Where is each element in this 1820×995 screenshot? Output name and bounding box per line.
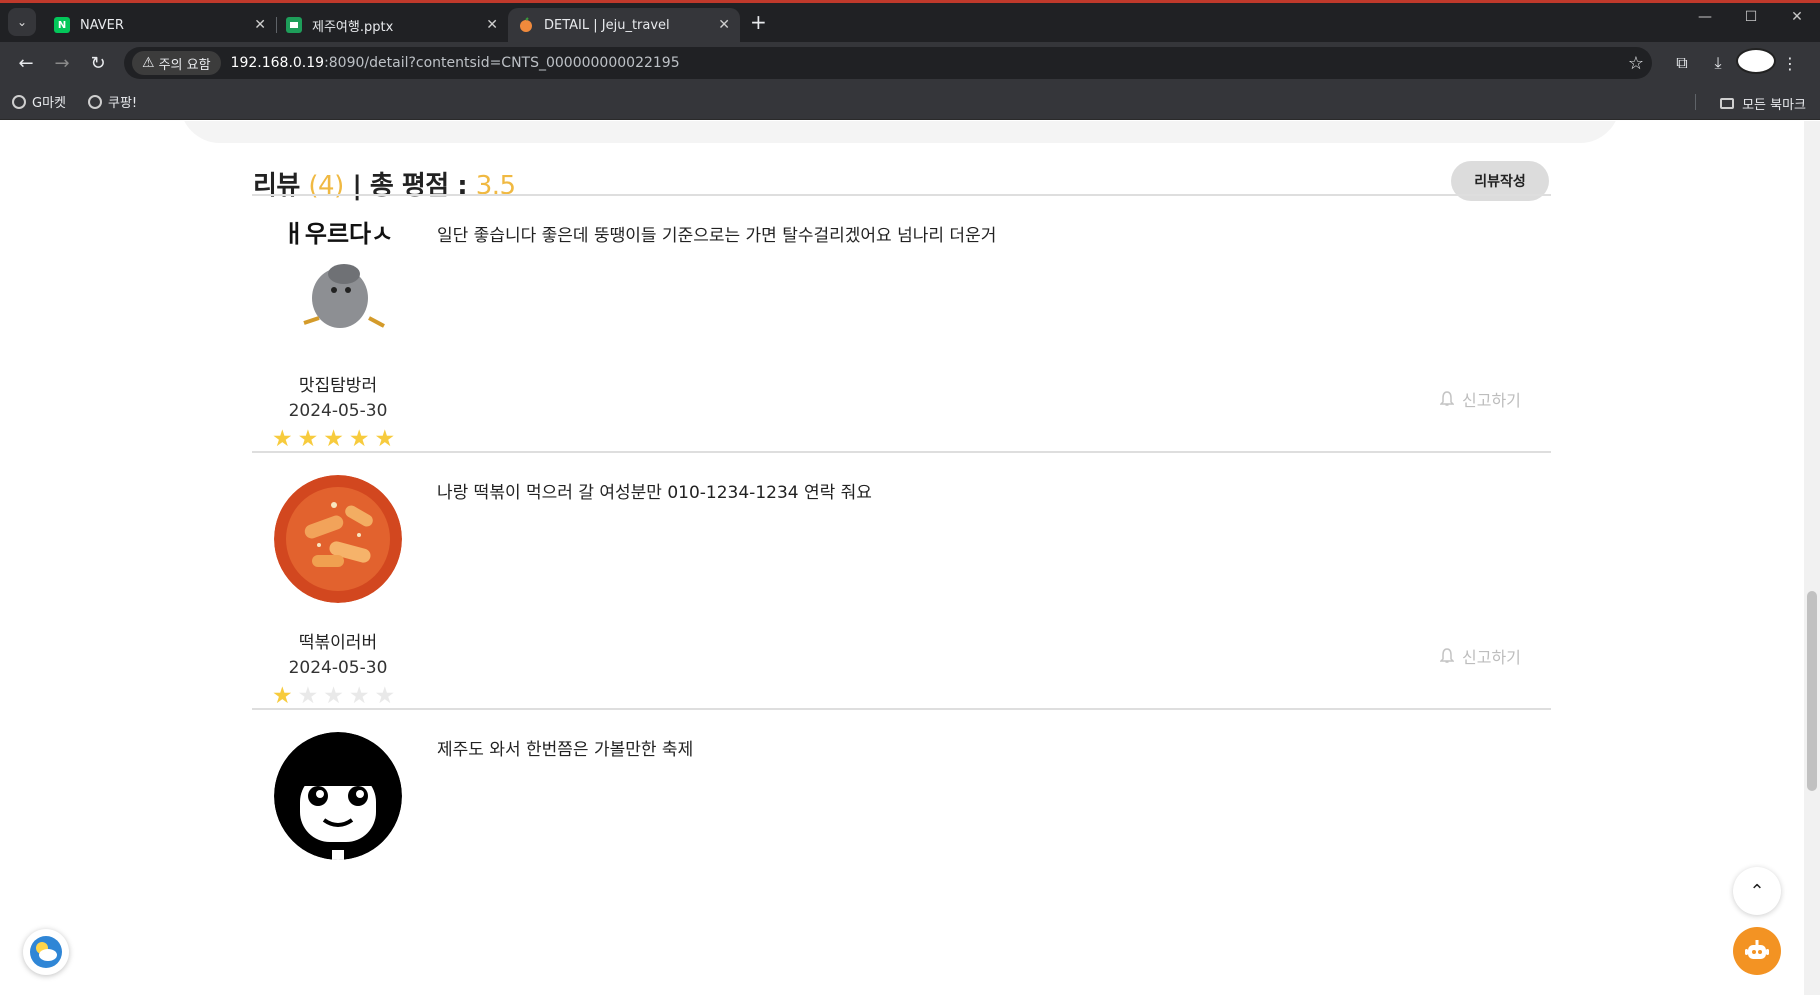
profile-avatar[interactable] [1736, 48, 1776, 78]
tab-detail[interactable]: DETAIL | Jeju_travel ✕ [508, 8, 740, 42]
tab-title: DETAIL | Jeju_travel [544, 17, 670, 33]
star-empty-icon: ★ [297, 683, 319, 709]
star-filled-icon: ★ [272, 426, 293, 452]
reload-icon[interactable]: ↻ [82, 47, 114, 79]
bookmarks-bar: G마켓 쿠팡! 모든 북마크 [0, 84, 1820, 120]
review-date: 2024-05-30 [288, 658, 388, 678]
star-filled-icon: ★ [272, 683, 293, 709]
close-window-icon[interactable]: ✕ [1774, 9, 1820, 25]
tab-search-button[interactable]: ⌄ [8, 8, 36, 36]
new-tab-plus-icon[interactable]: + [750, 10, 767, 34]
forward-arrow-icon[interactable]: → [46, 47, 78, 79]
review-item: ㅐ우르다ㅅ 맛집탐방러 2024-05-30 ★ ★ ★ ★ ★ 일단 좋습니다… [252, 196, 1551, 451]
tangerine-favicon-icon [518, 17, 534, 33]
review-comment: 제주도 와서 한번쯤은 가볼만한 축제 [437, 740, 694, 760]
chevron-down-icon: ⌄ [16, 15, 28, 29]
review-date: 2024-05-30 [288, 401, 388, 421]
extensions-puzzle-icon[interactable]: ⧉ [1664, 53, 1700, 73]
star-filled-icon: ★ [323, 426, 344, 452]
star-filled-icon: ★ [374, 426, 396, 452]
browser-toolbar: ← → ↻ ⚠ 주의 요함 192.168.0.19:8090/detail?c… [0, 42, 1820, 84]
weather-button[interactable] [23, 929, 69, 975]
report-button[interactable]: 신고하기 [1440, 644, 1521, 668]
all-bookmarks-label: 모든 북마크 [1742, 98, 1806, 113]
bell-icon [1440, 391, 1454, 406]
address-bar[interactable]: ⚠ 주의 요함 192.168.0.19:8090/detail?content… [124, 47, 1652, 79]
reviewer-nickname: 맛집탐방러 [298, 376, 378, 396]
minimize-icon[interactable]: — [1682, 9, 1728, 25]
close-icon[interactable]: ✕ [486, 17, 498, 33]
close-icon[interactable]: ✕ [254, 17, 266, 33]
bell-icon [1440, 648, 1454, 663]
star-rating: ★ ★ ★ ★ ★ [272, 428, 395, 451]
weather-icon [30, 936, 62, 968]
window-controls: — ☐ ✕ [1682, 9, 1820, 25]
report-button[interactable]: 신고하기 [1440, 387, 1521, 411]
review-comment: 나랑 떡볶이 먹으러 갈 여성분만 010-1234-1234 연락 줘요 [437, 483, 872, 503]
scroll-to-top-button[interactable]: ⌃ [1733, 867, 1781, 915]
avatar: ㅐ우르다ㅅ [274, 218, 402, 346]
review-item: 떡볶이러버 2024-05-30 ★ ★ ★ ★ ★ 나랑 떡볶이 먹으러 갈 … [252, 453, 1551, 708]
tab-title: NAVER [80, 17, 124, 33]
slides-favicon-icon [286, 17, 302, 33]
bookmark-gmarket[interactable]: G마켓 [12, 92, 66, 111]
download-icon[interactable]: ⤓ [1700, 53, 1736, 73]
bookmarks-divider [1695, 94, 1696, 110]
avatar [274, 475, 402, 603]
detail-info-card [180, 121, 1620, 143]
tab-pptx[interactable]: 제주여행.pptx ✕ [276, 8, 508, 42]
robot-icon [1745, 940, 1769, 959]
bookmark-label: 쿠팡! [108, 96, 138, 111]
folder-icon [1720, 98, 1735, 109]
chatbot-button[interactable] [1733, 927, 1781, 975]
url-path: :8090/detail?contentsid=CNTS_00000000002… [324, 55, 680, 71]
star-rating: ★ ★ ★ ★ ★ [272, 685, 395, 708]
all-bookmarks-button[interactable]: 모든 북마크 [1720, 94, 1806, 113]
maximize-icon[interactable]: ☐ [1728, 9, 1774, 25]
globe-icon [12, 94, 26, 109]
avatar [274, 732, 402, 860]
page-viewport: 리뷰 (4) | 총 평점 : 3.5 리뷰작성 ㅐ우르다ㅅ 맛집탐방러 202… [0, 121, 1820, 995]
naver-favicon-icon: N [54, 17, 70, 33]
url-host: 192.168.0.19 [230, 55, 325, 71]
warning-triangle-icon: ⚠ [142, 55, 155, 71]
tab-strip: ⌄ N NAVER ✕ 제주여행.pptx ✕ DETAIL | Jeju_tr… [0, 0, 1820, 42]
review-comment: 일단 좋습니다 좋은데 뚱땡이들 기준으로는 가면 탈수걸리겠어요 넘나리 더운… [437, 226, 997, 246]
scrollbar-thumb[interactable] [1807, 591, 1817, 791]
bookmark-coupang[interactable]: 쿠팡! [88, 92, 137, 111]
security-warning-label: 주의 요함 [158, 57, 211, 73]
bookmark-star-icon[interactable]: ☆ [1628, 53, 1644, 74]
tab-title: 제주여행.pptx [312, 19, 394, 35]
tab-naver[interactable]: N NAVER ✕ [44, 8, 276, 42]
back-arrow-icon[interactable]: ← [10, 47, 42, 79]
bookmark-label: G마켓 [32, 96, 66, 111]
page-scrollbar[interactable] [1804, 121, 1820, 995]
close-icon[interactable]: ✕ [718, 17, 730, 33]
avatar-lettering: ㅐ우르다ㅅ [283, 220, 393, 248]
report-label: 신고하기 [1462, 648, 1521, 667]
globe-icon [88, 94, 102, 109]
star-empty-icon: ★ [374, 683, 396, 709]
security-warning-chip[interactable]: ⚠ 주의 요함 [132, 51, 221, 75]
report-label: 신고하기 [1462, 391, 1521, 410]
chevron-up-icon: ⌃ [1749, 880, 1765, 902]
review-item: 제주도 와서 한번쯤은 가볼만한 축제 [252, 710, 1551, 995]
star-filled-icon: ★ [348, 426, 370, 452]
star-empty-icon: ★ [348, 683, 370, 709]
kebab-menu-icon[interactable]: ⋮ [1772, 54, 1808, 73]
reviewer-nickname: 떡볶이러버 [298, 633, 378, 653]
star-filled-icon: ★ [297, 426, 319, 452]
star-empty-icon: ★ [323, 683, 344, 709]
